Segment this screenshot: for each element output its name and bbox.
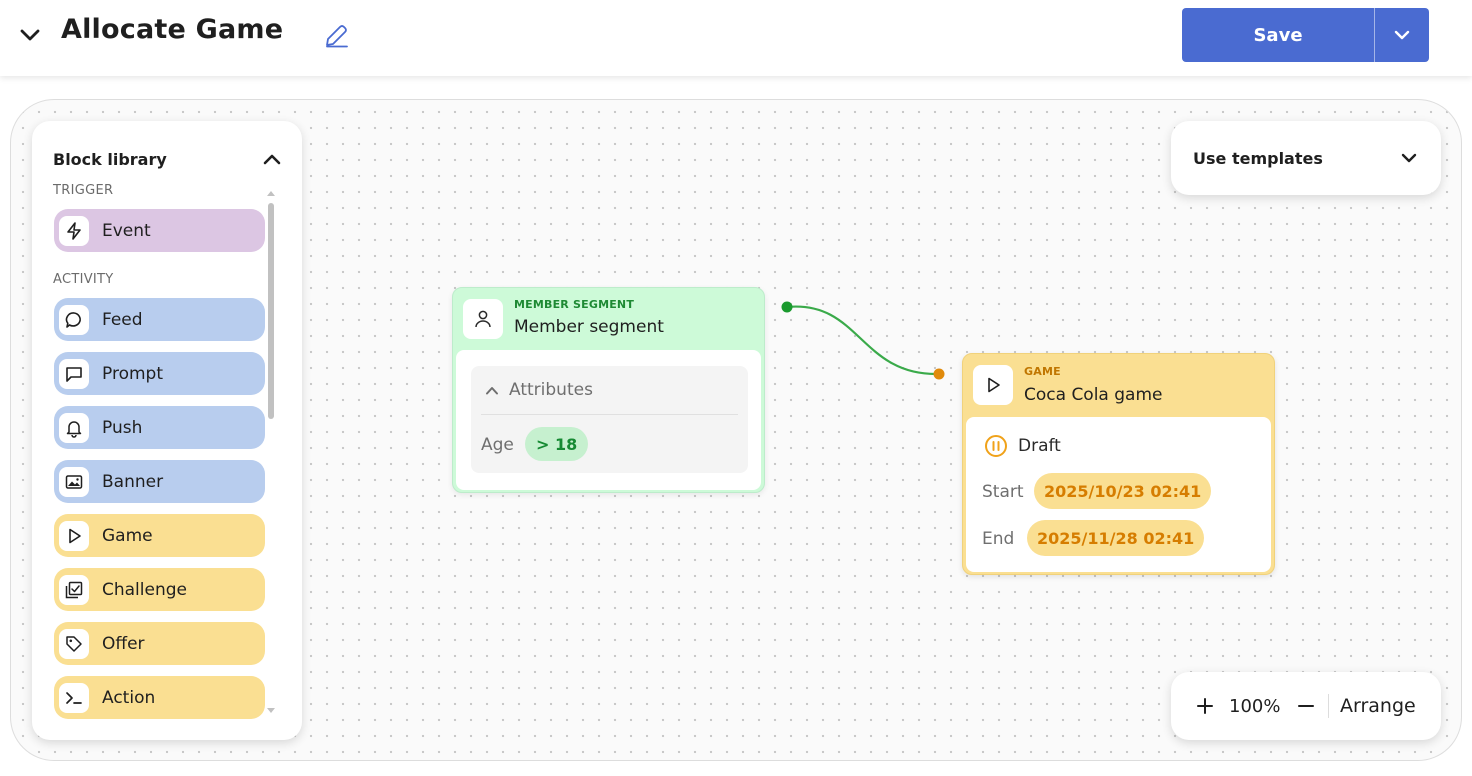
chevron-down-icon: [1401, 153, 1417, 163]
edit-title-button[interactable]: [320, 20, 352, 52]
use-templates-dropdown[interactable]: Use templates: [1171, 121, 1441, 195]
library-item-prompt[interactable]: Prompt: [54, 352, 265, 395]
scroll-down-arrow[interactable]: [266, 706, 276, 714]
block-library-collapse-button[interactable]: [261, 148, 283, 170]
node-name: Member segment: [514, 317, 664, 337]
pause-circle-icon: [985, 435, 1007, 457]
collapse-button[interactable]: [14, 20, 46, 50]
message-square-icon: [59, 358, 89, 389]
lightning-icon: [59, 215, 89, 246]
attributes-toggle[interactable]: Attributes: [485, 380, 593, 400]
chevron-down-icon: [1394, 30, 1410, 40]
status-row: Draft: [984, 434, 1061, 458]
pencil-icon: [326, 25, 348, 48]
member-segment-node[interactable]: MEMBER SEGMENT Member segment Attributes…: [452, 287, 765, 493]
library-item-event[interactable]: Event: [54, 209, 265, 252]
checklist-icon: [59, 574, 89, 605]
plus-icon: [1197, 698, 1213, 714]
library-item-label: Action: [102, 687, 156, 708]
status-text: Draft: [1018, 436, 1061, 456]
library-item-label: Game: [102, 525, 153, 546]
start-label: Start: [982, 482, 1024, 502]
attributes-title: Attributes: [509, 380, 593, 400]
attribute-name: Age: [481, 435, 514, 455]
divider: [1328, 694, 1329, 718]
scrollbar-thumb[interactable]: [268, 203, 274, 419]
library-item-label: Prompt: [102, 363, 163, 384]
triangle-up-icon: [267, 190, 275, 196]
library-item-game[interactable]: Game: [54, 514, 265, 557]
use-templates-label: Use templates: [1193, 148, 1323, 168]
library-item-label: Challenge: [102, 579, 187, 600]
library-item-label: Offer: [102, 633, 145, 654]
arrange-button[interactable]: Arrange: [1340, 695, 1416, 717]
save-button[interactable]: Save: [1182, 8, 1375, 62]
block-library-title: Block library: [53, 149, 167, 169]
zoom-in-button[interactable]: [1193, 694, 1217, 718]
library-item-label: Push: [102, 417, 143, 438]
chevron-up-icon: [263, 154, 281, 165]
terminal-icon: [59, 682, 89, 713]
library-item-banner[interactable]: Banner: [54, 460, 265, 503]
attribute-value-chip: > 18: [525, 427, 589, 461]
connection-line: [786, 305, 940, 376]
save-options-button[interactable]: [1375, 8, 1429, 62]
library-item-label: Feed: [102, 309, 143, 330]
chevron-down-icon: [20, 29, 40, 41]
block-library-header: Block library: [53, 149, 283, 169]
zoom-controls: 100% Arrange: [1171, 672, 1441, 740]
play-icon: [973, 365, 1013, 405]
node-type-label: MEMBER SEGMENT: [514, 298, 635, 311]
end-date-chip: 2025/11/28 02:41: [1027, 520, 1205, 556]
speech-bubble-icon: [59, 304, 89, 335]
output-port: [781, 301, 793, 313]
divider: [481, 414, 738, 415]
end-label: End: [982, 529, 1015, 549]
minus-icon: [1298, 705, 1314, 707]
chevron-up-icon: [486, 386, 498, 394]
zoom-out-button[interactable]: [1294, 694, 1318, 718]
person-icon: [463, 299, 503, 339]
node-body: Draft Start 2025/10/23 02:41 End 2025/11…: [966, 417, 1271, 572]
library-item-action[interactable]: Action: [54, 676, 265, 719]
node-name: Coca Cola game: [1024, 385, 1163, 405]
game-node[interactable]: GAME Coca Cola game Draft Start 2025/10/…: [962, 353, 1275, 575]
library-item-label: Event: [102, 220, 151, 241]
top-bar: Allocate Game Save: [0, 0, 1472, 76]
library-item-challenge[interactable]: Challenge: [54, 568, 265, 611]
start-date-chip: 2025/10/23 02:41: [1034, 473, 1212, 509]
library-item-offer[interactable]: Offer: [54, 622, 265, 665]
node-type-label: GAME: [1024, 365, 1061, 378]
save-button-group: Save: [1182, 8, 1429, 62]
library-item-feed[interactable]: Feed: [54, 298, 265, 341]
bell-icon: [59, 412, 89, 443]
library-item-label: Banner: [102, 471, 164, 492]
tag-icon: [59, 628, 89, 659]
input-port: [933, 368, 945, 380]
section-label-trigger: TRIGGER: [53, 183, 114, 198]
zoom-level: 100%: [1229, 696, 1281, 717]
scroll-up-arrow[interactable]: [266, 189, 276, 197]
node-body: Attributes Age > 18: [456, 350, 761, 490]
library-item-push[interactable]: Push: [54, 406, 265, 449]
page-title: Allocate Game: [61, 14, 284, 45]
triangle-down-icon: [267, 707, 275, 713]
play-icon: [59, 520, 89, 551]
image-icon: [59, 466, 89, 497]
attributes-section: Attributes Age > 18: [471, 366, 748, 473]
section-label-activity: ACTIVITY: [53, 272, 114, 287]
block-library-panel: Block library TRIGGER Event ACTIVITY Fee…: [32, 121, 302, 740]
